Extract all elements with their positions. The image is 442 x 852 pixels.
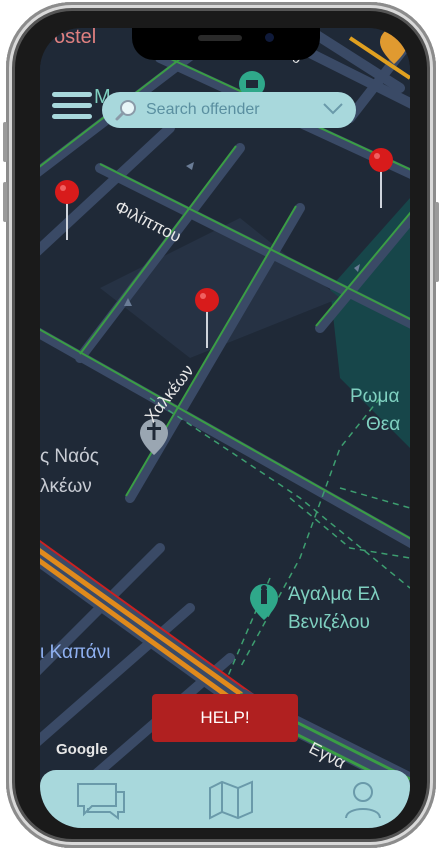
menu-icon-line (52, 92, 92, 97)
menu-icon-line (52, 114, 92, 119)
chat-icon[interactable] (74, 778, 128, 820)
screen: Φιλίππου Χαλκέων ostel M ου Εγνα Ρωμα Θε… (40, 28, 410, 828)
poi-label-naos-2: λκέων (40, 476, 92, 497)
offender-pin[interactable] (366, 146, 396, 210)
offender-pin[interactable] (192, 286, 222, 350)
power-button (435, 202, 439, 282)
offender-pin[interactable] (52, 178, 82, 242)
google-attribution: Google (56, 741, 108, 758)
chevron-down-icon[interactable] (322, 102, 344, 116)
camera (265, 33, 274, 42)
speaker (198, 35, 242, 41)
phone-frame: Φιλίππου Χαλκέων ostel M ου Εγνα Ρωμα Θε… (3, 2, 439, 848)
volume-button (3, 182, 7, 222)
poi-label-agalma-1: Άγαλμα Ελ (288, 584, 380, 605)
search-input[interactable]: Search offender (146, 101, 260, 119)
volume-button (3, 122, 7, 162)
poi-label-agalma-2: Βενιζέλου (288, 612, 370, 633)
search-icon (115, 100, 136, 121)
menu-button[interactable] (52, 92, 92, 126)
poi-label-naos-1: ς Ναός (40, 446, 99, 467)
help-button[interactable]: HELP! (152, 694, 298, 742)
search-offender-dropdown[interactable]: Search offender (102, 92, 356, 128)
poi-label-romaiki-1: Ρωμα (350, 386, 400, 407)
user-icon[interactable] (336, 778, 390, 820)
menu-icon-line (52, 103, 92, 108)
poi-label-romaiki-2: Θεα (366, 414, 401, 435)
notch (132, 28, 320, 60)
bottom-tab-bar (40, 770, 410, 828)
place-label-kapani: ι Καπάνι (40, 642, 111, 663)
map-icon[interactable] (204, 778, 258, 820)
street-label-top-left: ostel (54, 28, 97, 48)
